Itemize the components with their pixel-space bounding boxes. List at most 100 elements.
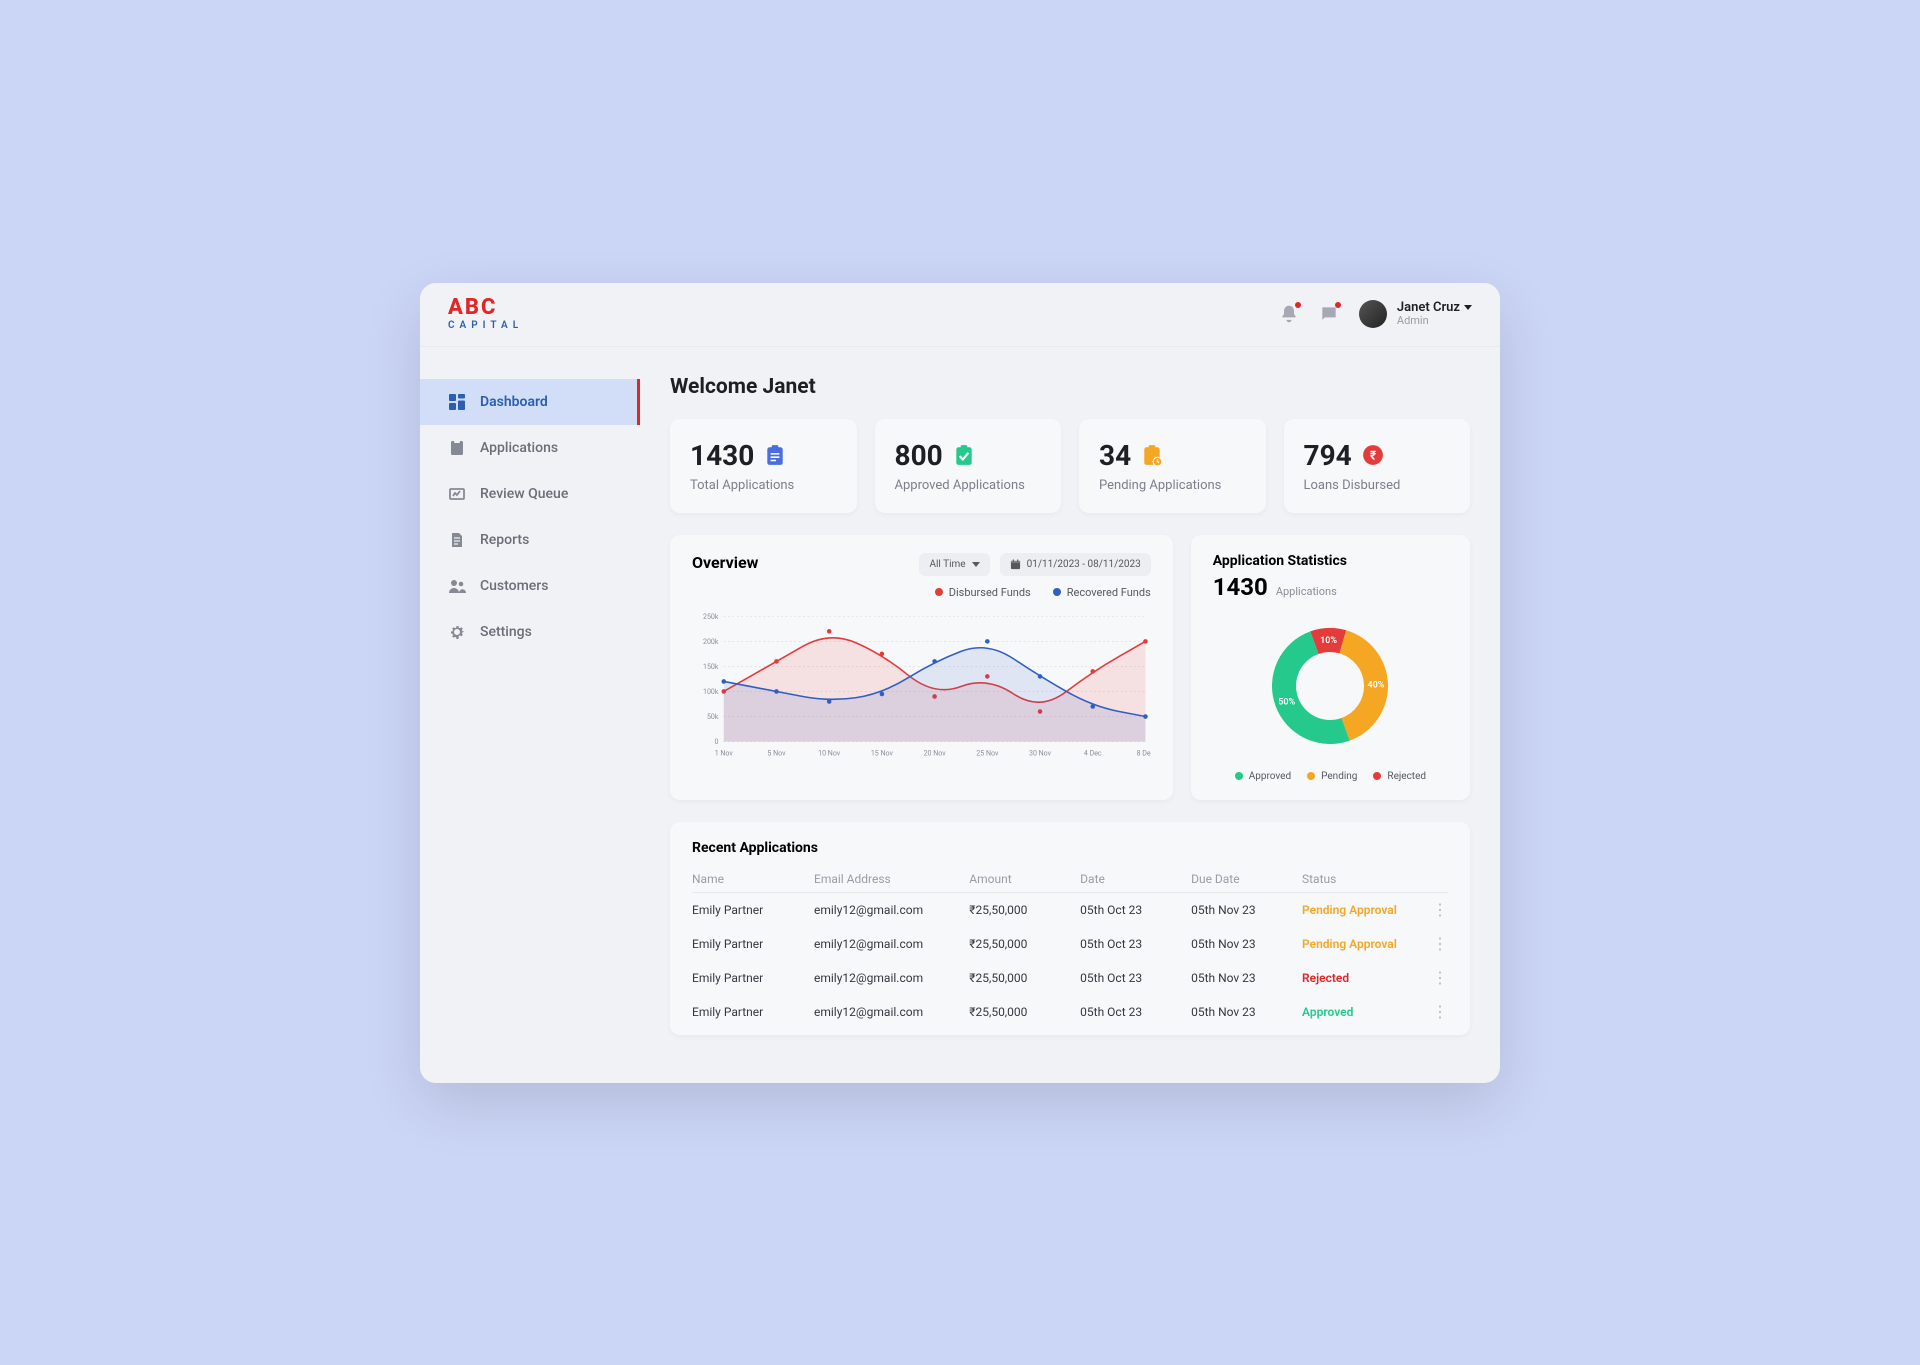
chevron-down-icon [972,562,980,567]
svg-text:10%: 10% [1320,636,1337,646]
donut-legend-item: Rejected [1373,771,1426,782]
legend-disbursed: Disbursed Funds [935,586,1031,599]
time-filter-dropdown[interactable]: All Time [919,553,989,576]
cell-name: Emily Partner [692,903,814,917]
overview-chart: 050k100k150k200k250k1 Nov5 Nov10 Nov15 N… [692,601,1151,771]
row-more-button[interactable]: ⋮ [1424,902,1448,918]
sidebar-item-reports[interactable]: Reports [420,517,640,563]
donut-chart: 10%40%50% [1213,611,1448,761]
cell-date: 05th Oct 23 [1080,1005,1191,1019]
cell-due: 05th Nov 23 [1191,903,1302,917]
stat-approved-applications: 800 Approved Applications [875,419,1062,513]
sidebar-item-label: Dashboard [480,394,548,410]
svg-text:8 Dec: 8 Dec [1137,748,1151,757]
cell-email: emily12@gmail.com [814,903,969,917]
stat-label: Total Applications [690,478,837,493]
document-icon [448,531,466,549]
stats-row: 1430 Total Applications 800 Approved App… [670,419,1470,513]
cell-name: Emily Partner [692,971,814,985]
stat-pending-applications: 34 Pending Applications [1079,419,1266,513]
cell-email: emily12@gmail.com [814,1005,969,1019]
sidebar-item-review-queue[interactable]: Review Queue [420,471,640,517]
stat-value: 1430 [690,439,754,472]
check-clipboard-icon [953,444,975,466]
overview-title: Overview [692,553,758,572]
brand-logo: ABC CAPITAL [448,297,523,331]
app-stats-total: 1430 [1213,573,1268,601]
user-name: Janet Cruz [1397,301,1460,315]
cell-status: Pending Approval [1302,937,1424,951]
cell-email: emily12@gmail.com [814,937,969,951]
body: Dashboard Applications Review Queue Repo… [420,347,1500,1083]
th-status: Status [1302,872,1424,886]
date-range-picker[interactable]: 01/11/2023 - 08/11/2023 [1000,553,1151,576]
svg-text:50k: 50k [707,712,719,721]
avatar [1359,300,1387,328]
sidebar-item-label: Applications [480,440,558,456]
gear-icon [448,623,466,641]
review-icon [448,485,466,503]
app-stats-card: Application Statistics 1430 Applications… [1191,535,1470,800]
stat-loans-disbursed: 794 ₹ Loans Disbursed [1284,419,1471,513]
legend-recovered: Recovered Funds [1053,586,1151,599]
users-icon [448,577,466,595]
sidebar-item-settings[interactable]: Settings [420,609,640,655]
cell-due: 05th Nov 23 [1191,937,1302,951]
recent-table: Name Email Address Amount Date Due Date … [692,866,1448,1029]
row-more-button[interactable]: ⋮ [1424,936,1448,952]
svg-text:200k: 200k [703,637,719,646]
svg-text:₹: ₹ [1370,448,1377,462]
stat-label: Pending Applications [1099,478,1246,493]
svg-text:4 Dec: 4 Dec [1084,748,1102,757]
user-menu[interactable]: Janet Cruz Admin [1359,300,1472,328]
overview-card: Overview All Time 01/11/2023 - 08/11/202… [670,535,1173,800]
cell-email: emily12@gmail.com [814,971,969,985]
cell-status: Approved [1302,1005,1424,1019]
th-email: Email Address [814,872,969,886]
sidebar-item-applications[interactable]: Applications [420,425,640,471]
user-role: Admin [1397,315,1472,327]
sidebar-item-dashboard[interactable]: Dashboard [420,379,640,425]
stat-label: Loans Disbursed [1304,478,1451,493]
svg-text:20 Nov: 20 Nov [924,748,947,757]
cell-amount: ₹25,50,000 [969,937,1080,951]
chevron-down-icon [1464,305,1472,310]
chart-legend: Disbursed Funds Recovered Funds [692,586,1151,599]
row-more-button[interactable]: ⋮ [1424,970,1448,986]
recent-applications-card: Recent Applications Name Email Address A… [670,822,1470,1035]
sidebar-item-label: Reports [480,532,529,548]
stat-total-applications: 1430 Total Applications [670,419,857,513]
app-window: ABC CAPITAL Janet Cruz Admin [420,283,1500,1083]
svg-text:15 Nov: 15 Nov [871,748,894,757]
messages-button[interactable] [1319,304,1339,324]
th-date: Date [1080,872,1191,886]
th-due: Due Date [1191,872,1302,886]
rupee-icon: ₹ [1362,444,1384,466]
svg-text:0: 0 [714,737,718,746]
sidebar-item-label: Customers [480,578,548,594]
donut-legend: ApprovedPendingRejected [1213,771,1448,782]
donut-legend-item: Approved [1235,771,1291,782]
app-stats-title: Application Statistics [1213,553,1448,569]
time-filter-label: All Time [929,559,965,570]
svg-text:150k: 150k [703,662,719,671]
row-more-button[interactable]: ⋮ [1424,1004,1448,1020]
th-name: Name [692,872,814,886]
cell-name: Emily Partner [692,937,814,951]
stat-value: 800 [895,439,943,472]
table-row: Emily Partner emily12@gmail.com ₹25,50,0… [692,961,1448,995]
cell-amount: ₹25,50,000 [969,1005,1080,1019]
notifications-button[interactable] [1279,304,1299,324]
user-text: Janet Cruz Admin [1397,301,1472,327]
sidebar-item-label: Review Queue [480,486,568,502]
notification-dot [1295,302,1301,308]
svg-text:1 Nov: 1 Nov [715,748,734,757]
table-row: Emily Partner emily12@gmail.com ₹25,50,0… [692,893,1448,927]
clipboard-icon [764,444,786,466]
stat-value: 34 [1099,439,1131,472]
brand-line2: CAPITAL [448,321,523,331]
sidebar-item-customers[interactable]: Customers [420,563,640,609]
svg-text:25 Nov: 25 Nov [976,748,999,757]
date-range-label: 01/11/2023 - 08/11/2023 [1027,559,1141,570]
header: ABC CAPITAL Janet Cruz Admin [420,283,1500,347]
